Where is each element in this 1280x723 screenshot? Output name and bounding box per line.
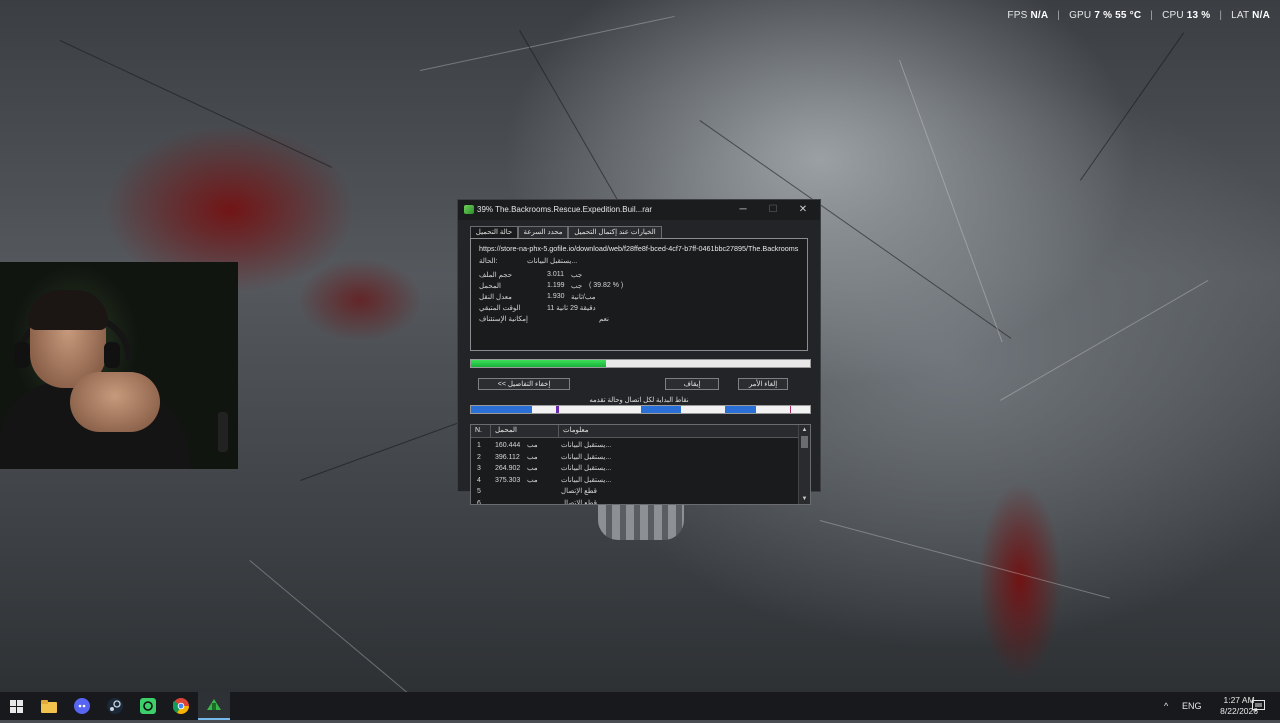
table-row[interactable]: 4 375.303 مب يستقبل البيانات... (471, 475, 799, 486)
table-scrollbar[interactable]: ▲ ▼ (798, 425, 810, 504)
row-info: يستقبل البيانات... (561, 465, 612, 472)
transfer-rate-unit: مب/ثانية (571, 294, 596, 301)
maximize-button[interactable]: ☐ (758, 202, 788, 218)
row-downloaded: 264.902 (495, 465, 521, 472)
webcam-overlay (0, 262, 238, 469)
time-left-label: الوقت المتبقي (479, 305, 521, 312)
table-row[interactable]: 3 264.902 مب يستقبل البيانات... (471, 463, 799, 474)
column-info[interactable]: معلومات (559, 425, 799, 437)
segments-caption: نقاط البداية لكل اتصال وحالة تقدمه (589, 397, 689, 404)
lat-label: LAT (1231, 10, 1250, 21)
downloaded-value: 1.199 (547, 282, 565, 289)
window-body: حالة التحميل محدد السرعة الخيارات عند إك… (458, 220, 820, 505)
table-row[interactable]: 6 قطع الإتصال (471, 498, 799, 505)
row-downloaded: 160.444 (495, 442, 521, 449)
transfer-rate-label: معدل النقل (479, 294, 512, 301)
gpu-label: GPU (1069, 10, 1092, 21)
cancel-button[interactable]: إلغاء الأمر (738, 378, 788, 390)
file-size-label: حجم الملف (479, 272, 513, 279)
row-unit: مب (527, 465, 538, 472)
download-progress-bar (470, 359, 811, 368)
resume-capability-value: نعم (599, 316, 609, 323)
connections-table: N. المحمل معلومات 1 160.444 مب يستقبل البيا… (470, 424, 811, 505)
row-info: يستقبل البيانات... (561, 476, 612, 484)
row-number: 4 (477, 476, 481, 484)
chrome-icon[interactable] (165, 692, 197, 720)
scroll-thumb[interactable] (801, 436, 808, 448)
row-info: يستقبل البيانات... (561, 453, 612, 461)
table-row[interactable]: 1 160.444 مب يستقبل البيانات... (471, 440, 799, 451)
connection-segment (725, 406, 756, 413)
status-value: يستقبل البيانات... (527, 258, 578, 265)
progress-fill (471, 360, 606, 367)
xbox-icon[interactable] (132, 692, 164, 720)
row-downloaded: 375.303 (495, 476, 521, 484)
file-size-unit: جب (571, 272, 583, 279)
row-number: 1 (477, 442, 481, 449)
fps-label: FPS (1007, 10, 1028, 21)
row-number: 6 (477, 499, 481, 505)
steam-icon[interactable] (99, 692, 131, 720)
table-row[interactable]: 2 396.112 مب يستقبل البيانات... (471, 452, 799, 463)
performance-overlay: FPS N/A | GPU 7 % 55 °C | CPU 13 % | LAT… (1007, 10, 1270, 21)
row-number: 3 (477, 465, 481, 472)
language-indicator[interactable]: ENG (1182, 692, 1202, 720)
gpu-temp: 55 °C (1115, 10, 1142, 21)
download-status-panel: https://store-na-phx-5.gofile.io/downloa… (470, 238, 808, 351)
file-size-value: 3.011 (547, 271, 564, 278)
notification-center-icon[interactable] (1252, 692, 1265, 720)
transfer-rate-value: 1.930 (547, 293, 565, 300)
download-url: https://store-na-phx-5.gofile.io/downloa… (479, 244, 799, 253)
connection-segment (555, 406, 560, 413)
scroll-down-icon[interactable]: ▼ (799, 494, 810, 504)
status-label: الحالة: (479, 258, 498, 265)
row-info: يستقبل البيانات... (561, 442, 612, 449)
window-titlebar[interactable]: 39% The.Backrooms.Rescue.Expedition.Buil… (458, 200, 820, 220)
scroll-up-icon[interactable]: ▲ (799, 425, 810, 435)
connection-segment (471, 406, 533, 413)
downloaded-percent: ( 39.82 % ) (589, 282, 624, 289)
resume-capability-label: إمكانية الإستئناف (479, 316, 528, 323)
lat-value: N/A (1252, 10, 1270, 21)
row-unit: مب (527, 476, 538, 484)
column-downloaded[interactable]: المحمل (491, 425, 559, 437)
window-title: 39% The.Backrooms.Rescue.Expedition.Buil… (477, 205, 653, 214)
taskbar: ^ ENG 1:27 AM 8/22/2026 (0, 692, 1280, 720)
file-explorer-icon[interactable] (33, 692, 65, 720)
close-button[interactable]: ✕ (788, 202, 818, 218)
minimize-button[interactable]: ─ (728, 202, 758, 218)
gpu-usage: 7 % (1094, 10, 1113, 21)
connection-segments-bar (470, 405, 811, 414)
pause-button[interactable]: إيقاف (665, 378, 719, 390)
row-info: قطع الإتصال (561, 499, 597, 505)
row-number: 5 (477, 488, 481, 495)
windows-start-icon[interactable] (0, 692, 32, 720)
downloaded-label: المحمل (479, 283, 501, 290)
column-number[interactable]: N. (471, 425, 491, 437)
hide-details-button[interactable]: << إخفاء التفاصيل (478, 378, 570, 390)
time-left-value: 11 دقيقة 29 ثانية (547, 305, 596, 312)
table-header: N. المحمل معلومات (471, 425, 799, 438)
row-downloaded: 396.112 (495, 453, 520, 461)
idm-icon (464, 205, 474, 214)
download-progress-window: 39% The.Backrooms.Rescue.Expedition.Buil… (457, 199, 821, 505)
connection-segment (640, 406, 682, 413)
show-hidden-icons-chevron[interactable]: ^ (1164, 692, 1168, 720)
row-unit: مب (527, 442, 538, 449)
row-unit: مب (527, 453, 538, 461)
row-info: قطع الإتصال (561, 488, 597, 495)
table-row[interactable]: 5 قطع الإتصال (471, 486, 799, 497)
cpu-usage: 13 % (1186, 10, 1211, 21)
connection-segment (789, 406, 792, 413)
fps-value: N/A (1030, 10, 1049, 21)
discord-icon[interactable] (66, 692, 98, 720)
downloaded-unit: جب (571, 283, 583, 290)
idm-taskbar-icon[interactable] (198, 692, 230, 720)
cpu-label: CPU (1162, 10, 1184, 21)
row-number: 2 (477, 453, 481, 461)
